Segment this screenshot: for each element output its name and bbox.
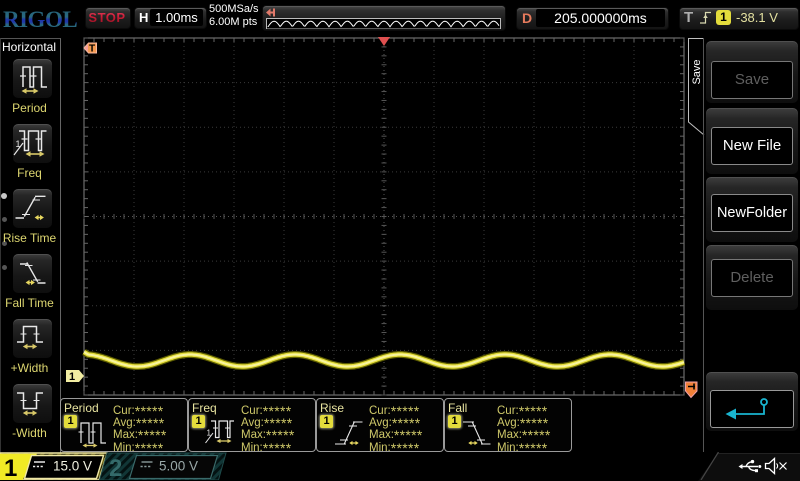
- svg-text:1: 1: [69, 371, 75, 383]
- svg-text:T: T: [89, 44, 95, 55]
- svg-text:2: 2: [109, 455, 122, 480]
- svg-text:15.0 V: 15.0 V: [53, 459, 92, 474]
- svg-text:5.00 V: 5.00 V: [159, 459, 198, 474]
- svg-text:1: 1: [4, 455, 17, 480]
